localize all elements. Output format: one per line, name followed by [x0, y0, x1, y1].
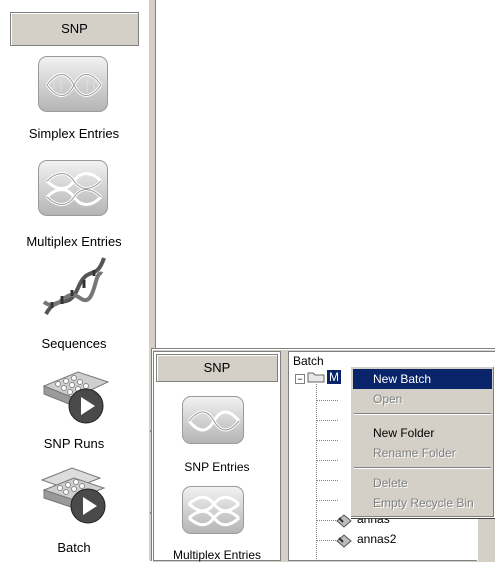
overlay-nav-snp-entries[interactable]: SNP Entries: [154, 396, 280, 476]
overlay-snp-header[interactable]: SNP: [156, 354, 278, 382]
nav-label: Simplex Entries: [28, 126, 120, 141]
nav-label: SNP Runs: [43, 436, 105, 451]
nav-batch[interactable]: Batch: [0, 466, 148, 561]
menu-empty-recycle-bin[interactable]: Empty Recycle Bin: [353, 493, 492, 513]
nav-label: Multiplex Entries: [172, 548, 262, 562]
overlay-splitter[interactable]: [281, 351, 288, 561]
overlay-nav-multiplex-entries[interactable]: Multiplex Entries: [154, 486, 280, 562]
tree-item-annas2[interactable]: annas2: [357, 532, 396, 546]
nav-simplex-entries[interactable]: Simplex Entries: [0, 56, 148, 146]
nav-snp-runs[interactable]: SNP Runs: [0, 368, 148, 458]
menu-separator: [354, 413, 491, 415]
batch-item-icon: [335, 532, 353, 548]
menu-delete[interactable]: Delete: [353, 473, 492, 493]
menu-separator: [354, 467, 491, 469]
nav-multiplex-entries[interactable]: Multiplex Entries: [0, 160, 148, 250]
dna-multiplex-icon: [182, 486, 244, 534]
menu-rename-folder[interactable]: Rename Folder: [353, 443, 492, 463]
folder-icon: [307, 371, 325, 383]
plate-batch-icon: [38, 466, 114, 528]
plate-run-icon: [38, 368, 114, 428]
context-menu: New Batch Open New Folder Rename Folder …: [350, 366, 495, 518]
dna-simplex-icon: [182, 396, 244, 444]
batch-panel-title: Batch: [293, 354, 324, 368]
nav-label: Sequences: [41, 336, 107, 351]
menu-new-batch[interactable]: New Batch: [353, 369, 492, 389]
tree-root-label[interactable]: M: [327, 370, 341, 384]
nav-label: Batch: [57, 540, 91, 555]
menu-new-folder[interactable]: New Folder: [353, 423, 492, 443]
snp-panel-header[interactable]: SNP: [10, 12, 139, 46]
dna-simplex-icon: [38, 56, 108, 112]
nav-sequences[interactable]: Sequences: [0, 252, 148, 352]
dna-helix-icon: [38, 252, 110, 324]
nav-label: SNP Entries: [184, 460, 250, 474]
overlay-snp-panel: SNP SNP Entries Multiplex Entries: [153, 351, 281, 562]
menu-open[interactable]: Open: [353, 389, 492, 409]
collapse-toggle-icon[interactable]: −: [295, 374, 305, 384]
dna-multiplex-icon: [38, 160, 108, 216]
snp-navigation-panel: SNP Simplex Entries Multiplex Entries Se…: [0, 0, 149, 561]
nav-label: Multiplex Entries: [26, 234, 122, 249]
